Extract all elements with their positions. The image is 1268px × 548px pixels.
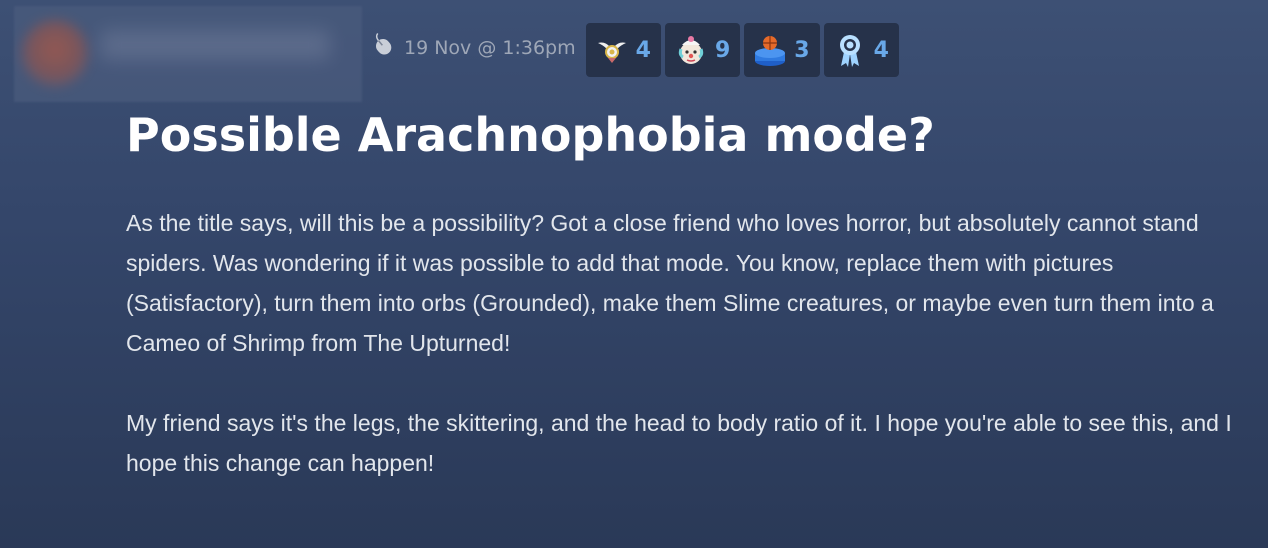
author-name-blurred[interactable] bbox=[100, 30, 330, 60]
clown-face-award-icon bbox=[673, 32, 709, 68]
award-badge-basketball[interactable]: 3 bbox=[744, 23, 820, 77]
post-paragraph: As the title says, will this be a possib… bbox=[126, 210, 1214, 356]
award-count: 4 bbox=[635, 37, 651, 63]
post-title: Possible Arachnophobia mode? bbox=[126, 108, 935, 162]
post-paragraph: My friend says it's the legs, the skitte… bbox=[126, 410, 1232, 476]
award-count: 3 bbox=[794, 37, 810, 63]
award-count: 9 bbox=[714, 37, 731, 63]
award-badge-clown[interactable]: 9 bbox=[664, 23, 741, 77]
mouse-icon bbox=[366, 31, 400, 61]
ribbon-medal-award-icon bbox=[832, 32, 868, 68]
basketball-pedestal-award-icon bbox=[752, 32, 788, 68]
winged-award-icon bbox=[594, 32, 630, 68]
post-body: As the title says, will this be a possib… bbox=[126, 203, 1236, 483]
award-badge-winged[interactable]: 4 bbox=[585, 23, 661, 77]
author-avatar[interactable] bbox=[22, 20, 88, 86]
post-timestamp: 19 Nov @ 1:36pm bbox=[404, 37, 576, 59]
post-meta-row: 19 Nov @ 1:36pm 4 9 3 4 bbox=[366, 22, 903, 78]
award-count: 4 bbox=[873, 37, 889, 63]
award-badge-ribbon[interactable]: 4 bbox=[823, 23, 899, 77]
